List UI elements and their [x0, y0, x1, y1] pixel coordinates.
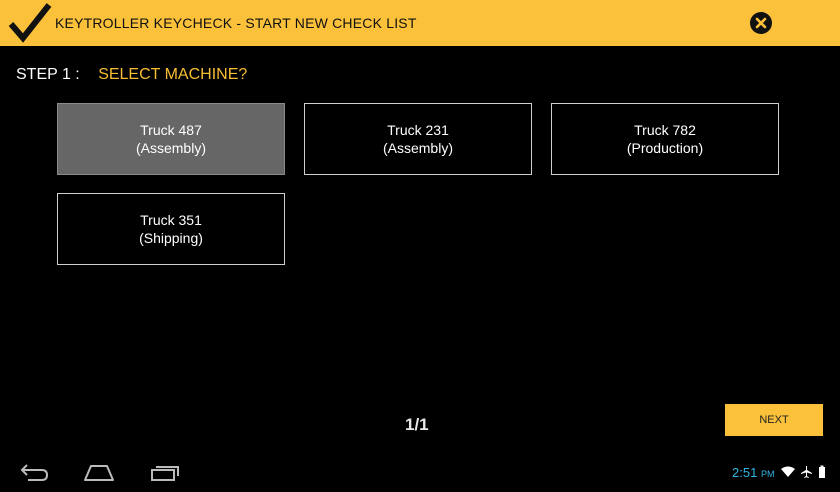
android-nav-bar — [0, 448, 840, 492]
machine-name: Truck 231 — [387, 122, 449, 138]
machine-tile-truck-487[interactable]: Truck 487 (Assembly) — [57, 103, 285, 175]
close-icon — [755, 17, 767, 29]
status-icons — [781, 465, 825, 478]
next-button[interactable]: NEXT — [725, 404, 823, 436]
clock: 2:51 PM — [732, 465, 774, 480]
airplane-mode-icon — [801, 466, 812, 478]
machine-department: (Assembly) — [135, 140, 206, 156]
page-indicator: 1/1 — [405, 415, 429, 434]
wifi-icon — [781, 466, 795, 477]
page-title: KEYTROLLER KEYCHECK - START NEW CHECK LI… — [55, 15, 417, 31]
clock-time: 2:51 — [732, 465, 758, 480]
machine-tile-truck-351[interactable]: Truck 351 (Shipping) — [57, 193, 285, 265]
machine-department: (Production) — [626, 140, 704, 156]
home-icon[interactable] — [83, 462, 115, 482]
battery-icon — [819, 465, 825, 478]
back-icon[interactable] — [18, 462, 50, 482]
recent-apps-icon[interactable] — [150, 462, 182, 482]
machine-tile-truck-231[interactable]: Truck 231 (Assembly) — [304, 103, 532, 175]
machine-name: Truck 487 — [140, 122, 202, 138]
clock-ampm: PM — [760, 469, 775, 479]
close-button[interactable] — [750, 12, 772, 34]
machine-name: Truck 782 — [634, 122, 696, 138]
app-header: KEYTROLLER KEYCHECK - START NEW CHECK LI… — [0, 0, 840, 46]
step-title: SELECT MACHINE? — [98, 66, 248, 83]
step-label: STEP 1 : — [16, 66, 80, 83]
step-heading: STEP 1 : SELECT MACHINE? — [16, 66, 247, 84]
machine-department: (Shipping) — [139, 230, 203, 246]
machine-tile-truck-782[interactable]: Truck 782 (Production) — [551, 103, 779, 175]
machine-department: (Assembly) — [382, 140, 453, 156]
machine-name: Truck 351 — [140, 212, 202, 228]
checkmark-logo-icon — [8, 3, 52, 43]
